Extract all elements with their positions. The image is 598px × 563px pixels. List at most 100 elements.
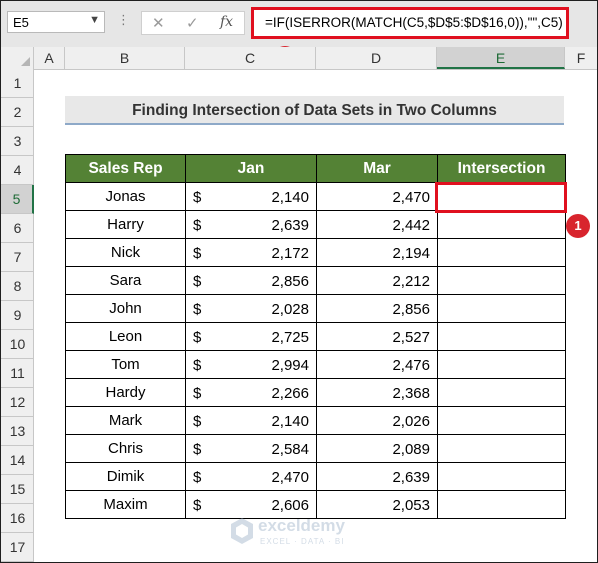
cell-intersection[interactable]: [437, 462, 566, 491]
column-header-b[interactable]: B: [65, 47, 185, 69]
insert-function-icon[interactable]: fx: [220, 14, 233, 30]
cell-jan[interactable]: $2,140: [185, 406, 317, 435]
row-header-5[interactable]: 5: [1, 185, 34, 214]
cell-intersection[interactable]: [437, 350, 566, 379]
currency-symbol: $: [193, 497, 202, 514]
header-intersection[interactable]: Intersection: [437, 154, 566, 183]
cell-intersection[interactable]: [437, 238, 566, 267]
row-header-13[interactable]: 13: [1, 417, 34, 446]
cell-sales-rep[interactable]: Mark: [65, 406, 186, 435]
table-row: John $2,028 2,856: [65, 294, 566, 323]
cell-mar-value: 2,368: [392, 385, 430, 402]
cell-sales-rep[interactable]: Chris: [65, 434, 186, 463]
cell-mar[interactable]: 2,470: [316, 182, 438, 211]
selected-cell-e5[interactable]: [435, 182, 567, 213]
column-header-c[interactable]: C: [185, 47, 316, 69]
cell-mar[interactable]: 2,527: [316, 322, 438, 351]
cancel-icon[interactable]: ✕: [152, 14, 165, 32]
cell-mar[interactable]: 2,368: [316, 378, 438, 407]
cell-jan-value: 2,140: [271, 413, 309, 430]
cell-sales-rep[interactable]: Nick: [65, 238, 186, 267]
row-header-1[interactable]: 1: [1, 69, 34, 98]
table-row: Chris $2,584 2,089: [65, 434, 566, 463]
cell-mar[interactable]: 2,026: [316, 406, 438, 435]
cell-intersection[interactable]: [437, 406, 566, 435]
cell-mar[interactable]: 2,476: [316, 350, 438, 379]
cell-sales-rep[interactable]: Jonas: [65, 182, 186, 211]
chevron-down-icon[interactable]: ▼: [89, 14, 100, 26]
cell-jan-value: 2,639: [271, 217, 309, 234]
cell-jan[interactable]: $2,172: [185, 238, 317, 267]
cell-mar[interactable]: 2,639: [316, 462, 438, 491]
cell-jan[interactable]: $2,266: [185, 378, 317, 407]
row-header-6[interactable]: 6: [1, 214, 34, 243]
row-header-9[interactable]: 9: [1, 301, 34, 330]
row-header-17[interactable]: 17: [1, 533, 34, 562]
cell-mar[interactable]: 2,089: [316, 434, 438, 463]
row-header-bar: 1 2 3 4 5 6 7 8 9 10 11 12 13 14 15 16 1…: [1, 69, 34, 562]
cell-mar-value: 2,194: [392, 245, 430, 262]
header-mar[interactable]: Mar: [316, 154, 438, 183]
cell-jan[interactable]: $2,584: [185, 434, 317, 463]
row-header-16[interactable]: 16: [1, 504, 34, 533]
cell-mar-value: 2,639: [392, 469, 430, 486]
row-header-15[interactable]: 15: [1, 475, 34, 504]
currency-symbol: $: [193, 273, 202, 290]
cell-sales-rep[interactable]: Sara: [65, 266, 186, 295]
cell-sales-rep[interactable]: Hardy: [65, 378, 186, 407]
cell-intersection[interactable]: [437, 294, 566, 323]
cell-mar[interactable]: 2,212: [316, 266, 438, 295]
formula-input[interactable]: =IF(ISERROR(MATCH(C5,$D$5:$D$16,0)),"",C…: [251, 7, 569, 39]
row-header-2[interactable]: 2: [1, 98, 34, 127]
row-header-10[interactable]: 10: [1, 330, 34, 359]
row-header-7[interactable]: 7: [1, 243, 34, 272]
cell-sales-rep[interactable]: Leon: [65, 322, 186, 351]
cell-mar[interactable]: 2,194: [316, 238, 438, 267]
name-box[interactable]: E5 ▼: [7, 11, 105, 33]
row-header-14[interactable]: 14: [1, 446, 34, 475]
cell-intersection[interactable]: [437, 490, 566, 519]
cell-intersection[interactable]: [437, 322, 566, 351]
cell-mar-value: 2,089: [392, 441, 430, 458]
cell-jan[interactable]: $2,028: [185, 294, 317, 323]
row-header-4[interactable]: 4: [1, 156, 34, 185]
cell-sales-rep[interactable]: Maxim: [65, 490, 186, 519]
column-header-a[interactable]: A: [34, 47, 65, 69]
row-header-3[interactable]: 3: [1, 127, 34, 156]
cell-sales-rep[interactable]: Tom: [65, 350, 186, 379]
cell-intersection[interactable]: [437, 434, 566, 463]
header-jan[interactable]: Jan: [185, 154, 317, 183]
row-header-12[interactable]: 12: [1, 388, 34, 417]
cell-intersection[interactable]: [437, 210, 566, 239]
header-sales-rep[interactable]: Sales Rep: [65, 154, 186, 183]
table-row: Leon $2,725 2,527: [65, 322, 566, 351]
cell-mar-value: 2,856: [392, 301, 430, 318]
table-row: Harry $2,639 2,442: [65, 210, 566, 239]
currency-symbol: $: [193, 301, 202, 318]
cell-sales-rep[interactable]: Dimik: [65, 462, 186, 491]
cell-intersection[interactable]: [437, 378, 566, 407]
row-header-8[interactable]: 8: [1, 272, 34, 301]
cell-jan[interactable]: $2,470: [185, 462, 317, 491]
cell-jan[interactable]: $2,725: [185, 322, 317, 351]
column-header-d[interactable]: D: [316, 47, 437, 69]
column-header-f[interactable]: F: [565, 47, 597, 69]
cell-jan[interactable]: $2,140: [185, 182, 317, 211]
cell-mar[interactable]: 2,856: [316, 294, 438, 323]
cell-jan[interactable]: $2,994: [185, 350, 317, 379]
cell-jan[interactable]: $2,639: [185, 210, 317, 239]
column-header-e[interactable]: E: [437, 47, 565, 69]
cell-sales-rep[interactable]: John: [65, 294, 186, 323]
sheet-title[interactable]: Finding Intersection of Data Sets in Two…: [65, 96, 564, 125]
row-header-11[interactable]: 11: [1, 359, 34, 388]
cell-sales-rep[interactable]: Harry: [65, 210, 186, 239]
cell-intersection[interactable]: [437, 266, 566, 295]
currency-symbol: $: [193, 217, 202, 234]
cell-jan-value: 2,140: [271, 189, 309, 206]
cell-jan[interactable]: $2,856: [185, 266, 317, 295]
column-header-bar: A B C D E F: [1, 47, 597, 70]
cell-mar[interactable]: 2,442: [316, 210, 438, 239]
drag-handle-icon[interactable]: ⋮: [117, 12, 130, 28]
select-all-corner[interactable]: [1, 47, 34, 69]
enter-icon[interactable]: ✓: [186, 14, 199, 32]
